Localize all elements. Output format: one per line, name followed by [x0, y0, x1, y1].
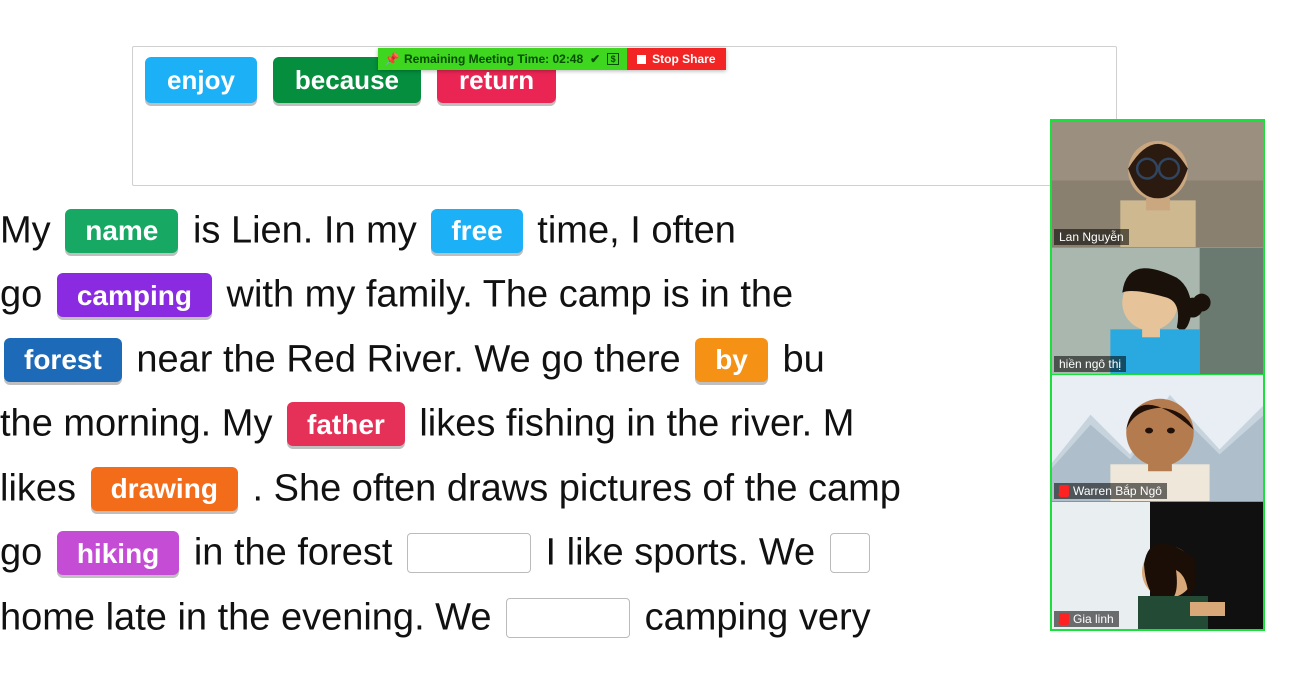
- participant-tile[interactable]: Lan Nguyễn: [1052, 121, 1263, 248]
- chip-enjoy[interactable]: enjoy: [145, 57, 257, 103]
- muted-icon: [1059, 485, 1069, 497]
- tag-forest[interactable]: forest: [4, 338, 122, 382]
- stop-share-label: Stop Share: [652, 52, 715, 66]
- text-segment: go: [0, 532, 53, 574]
- stop-icon: [637, 55, 646, 64]
- tag-father[interactable]: father: [287, 402, 405, 446]
- participant-name-label: Gia linh: [1054, 611, 1119, 627]
- tag-name[interactable]: name: [65, 209, 178, 253]
- blank-slot-3[interactable]: [506, 598, 630, 638]
- text-segment: likes fishing in the river. M: [419, 403, 854, 445]
- meeting-time-pill[interactable]: 📌 Remaining Meeting Time: 02:48 ✔ $: [378, 48, 627, 70]
- text-segment: with my family. The camp is in the: [227, 274, 794, 316]
- participant-tile[interactable]: Warren Bắp Ngô: [1052, 375, 1263, 502]
- text-segment: bu: [782, 338, 824, 380]
- text-segment: likes: [0, 467, 87, 509]
- participant-name: Gia linh: [1073, 612, 1114, 626]
- text-segment: in the forest: [194, 532, 403, 574]
- text-segment: . She often draws pictures of the camp: [252, 467, 900, 509]
- participant-name-label: Warren Bắp Ngô: [1054, 483, 1167, 499]
- participant-tile[interactable]: Gia linh: [1052, 502, 1263, 629]
- exercise-text: My name is Lien. In my free time, I ofte…: [0, 198, 1052, 649]
- participant-name-label: Lan Nguyễn: [1054, 229, 1129, 245]
- stop-share-button[interactable]: Stop Share: [627, 48, 725, 70]
- text-segment: My: [0, 209, 61, 251]
- text-segment: camping very: [645, 596, 871, 638]
- tag-free[interactable]: free: [431, 209, 522, 253]
- dollar-icon: $: [607, 53, 619, 65]
- text-segment: near the Red River. We go there: [136, 338, 691, 380]
- blank-slot-2[interactable]: [830, 533, 870, 573]
- participant-name: hiền ngô thị: [1059, 357, 1121, 371]
- zoom-share-bar[interactable]: 📌 Remaining Meeting Time: 02:48 ✔ $ Stop…: [378, 48, 726, 70]
- text-segment: I like sports. We: [546, 532, 826, 574]
- text-segment: go: [0, 274, 53, 316]
- text-segment: the morning. My: [0, 403, 283, 445]
- participant-name: Lan Nguyễn: [1059, 230, 1124, 244]
- text-segment: home late in the evening. We: [0, 596, 502, 638]
- tag-hiking[interactable]: hiking: [57, 531, 179, 575]
- blank-slot-1[interactable]: [407, 533, 531, 573]
- tag-camping[interactable]: camping: [57, 273, 212, 317]
- muted-icon: [1059, 613, 1069, 625]
- pin-icon: 📌: [386, 52, 398, 66]
- participant-tile[interactable]: hiền ngô thị: [1052, 248, 1263, 375]
- shield-icon: ✔: [589, 52, 601, 66]
- tag-by[interactable]: by: [695, 338, 768, 382]
- meeting-time-text: Remaining Meeting Time: 02:48: [404, 52, 583, 66]
- text-segment: is Lien. In my: [193, 209, 427, 251]
- tag-drawing[interactable]: drawing: [91, 467, 238, 511]
- participant-name-label: hiền ngô thị: [1054, 356, 1126, 372]
- text-segment: time, I often: [537, 209, 736, 251]
- participant-name: Warren Bắp Ngô: [1073, 484, 1162, 498]
- participant-panel: Lan Nguyễn hiền ngô thị: [1050, 119, 1265, 631]
